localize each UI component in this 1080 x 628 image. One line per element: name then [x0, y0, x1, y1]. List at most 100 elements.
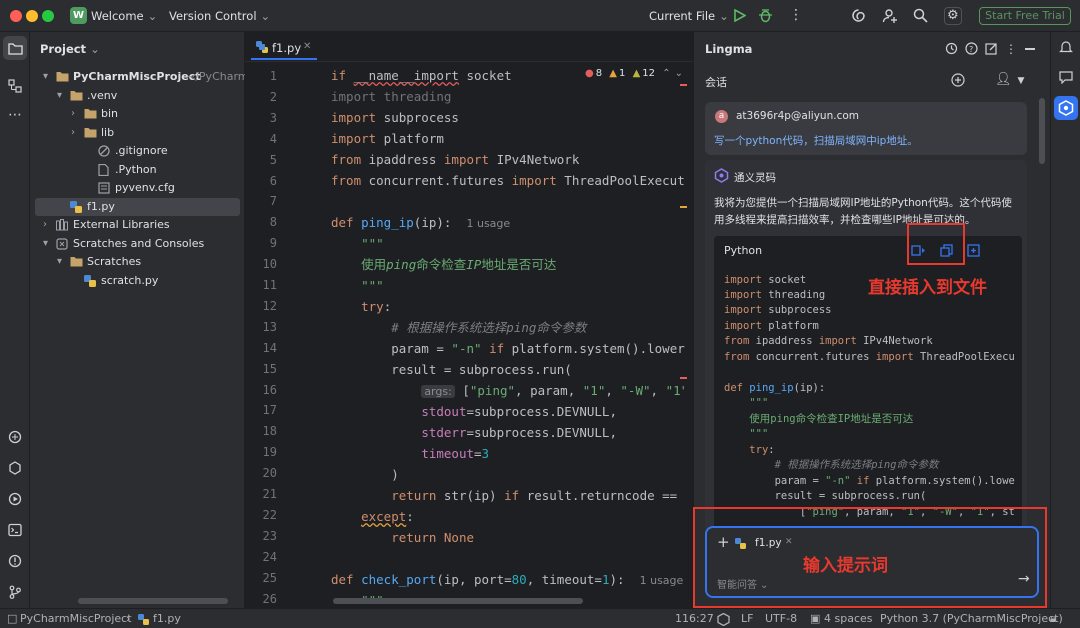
project-panel: Project ⌄ ▾ PyCharmMiscProject ~/PyCharmMi ▾…	[30, 32, 261, 608]
minimize-icon[interactable]	[1025, 48, 1035, 50]
editor-panel: f1.py ✕ ● 8 ▲ 1 ▲ 12 ⌃ ⌄ 1 2 3 4 5 6 7 8 9 10 11 12 13 14…	[245, 32, 693, 608]
breadcrumb-project[interactable]: PyCharmMiscProject	[20, 612, 132, 625]
lingma-status-icon[interactable]	[717, 613, 730, 626]
tree-item-label: External Libraries	[73, 218, 170, 231]
lingma-spiral-icon[interactable]	[851, 8, 866, 23]
tree-item[interactable]: scratch.py	[35, 272, 240, 290]
tree-item[interactable]: › External Libraries	[35, 216, 240, 234]
run-tool-icon[interactable]	[8, 492, 22, 506]
vcs-selector-label: Version Control	[169, 9, 257, 23]
vertical-scrollbar[interactable]	[1039, 98, 1045, 164]
code-area[interactable]: if __name__import socket import threadin…	[245, 66, 685, 606]
expand-arrow-icon[interactable]: ▾	[43, 235, 48, 253]
more-options-icon[interactable]: ⋮	[1005, 42, 1017, 56]
python-interpreter[interactable]: Python 3.7 (PyCharmMiscProject)	[880, 612, 1063, 625]
collapse-arrow-icon[interactable]: ›	[43, 216, 47, 234]
usage-hint[interactable]: 1 usage	[640, 574, 684, 587]
run-config-selector[interactable]: Current File ⌄	[649, 9, 729, 23]
tree-item[interactable]: › bin	[35, 105, 240, 123]
tree-item[interactable]: ▾ Scratches and Consoles	[35, 235, 240, 253]
more-options-icon[interactable]: ⋮	[789, 8, 803, 22]
user-icon: 👤︎	[995, 72, 1012, 87]
new-file-icon[interactable]	[967, 244, 980, 257]
debug-icon[interactable]	[758, 8, 773, 23]
folder-icon	[84, 127, 97, 138]
minimize-window-button[interactable]	[26, 10, 38, 22]
run-icon[interactable]	[733, 9, 746, 22]
tab-f1-py[interactable]: f1.py ✕	[251, 36, 317, 60]
code-line: def check_port(ip, port=80, timeout=1): …	[331, 572, 684, 587]
services-icon[interactable]	[8, 461, 22, 475]
git-icon[interactable]	[8, 585, 22, 599]
tree-item[interactable]: ▾ .venv	[35, 87, 240, 105]
warning-stripe-marker[interactable]	[680, 206, 687, 208]
horizontal-scrollbar[interactable]	[333, 598, 583, 604]
insert-button-highlight	[907, 223, 965, 265]
indent-setting[interactable]: 4 spaces	[824, 612, 873, 625]
structure-icon[interactable]	[8, 79, 22, 93]
account-menu[interactable]: 👤︎ ▼	[995, 72, 1024, 87]
close-icon[interactable]: ✕	[303, 41, 311, 52]
chevron-down-icon: ⌄	[90, 42, 100, 56]
tree-item-label: .gitignore	[115, 144, 168, 157]
add-user-icon[interactable]	[882, 8, 898, 24]
tree-item[interactable]: .gitignore	[35, 142, 240, 160]
horizontal-scrollbar[interactable]	[78, 598, 228, 604]
tree-item[interactable]: ▾ Scratches	[35, 253, 240, 271]
scratch-icon	[56, 237, 68, 250]
usage-hint[interactable]: 1 usage	[466, 217, 510, 230]
left-tool-strip: ⋯	[0, 32, 30, 608]
terminal-icon[interactable]	[8, 523, 22, 537]
tree-item[interactable]: pyvenv.cfg	[35, 179, 240, 197]
expand-arrow-icon[interactable]: ▾	[57, 87, 62, 105]
tree-item-label: pyvenv.cfg	[115, 181, 175, 194]
caret-position[interactable]: 116:27	[675, 612, 714, 625]
user-message-card: a at3696r4p@aliyun.com 写一个python代码，扫描局域网…	[705, 102, 1027, 155]
project-selector[interactable]: Welcome ⌄	[91, 9, 157, 23]
tree-item[interactable]: › lib	[35, 124, 240, 142]
code-line: param = "-n" if platform.system().lower(…	[331, 341, 685, 356]
expand-arrow-icon[interactable]: ▾	[43, 68, 48, 86]
history-icon[interactable]	[945, 42, 958, 55]
collapse-arrow-icon[interactable]: ›	[71, 105, 75, 123]
new-chat-icon[interactable]	[951, 73, 965, 87]
line-separator[interactable]: LF	[741, 612, 753, 625]
tree-item[interactable]: ▾ PyCharmMiscProject ~/PyCharmMi	[35, 68, 261, 86]
error-stripe-marker[interactable]	[680, 84, 687, 86]
svg-text:?: ?	[969, 45, 973, 54]
search-icon[interactable]	[913, 8, 928, 23]
ai-chat-icon[interactable]	[1058, 70, 1074, 84]
tree-item[interactable]: .Python	[35, 161, 240, 179]
project-panel-header[interactable]: Project ⌄	[40, 42, 100, 56]
zoom-window-button[interactable]	[42, 10, 54, 22]
expand-arrow-icon[interactable]: ▾	[57, 253, 62, 271]
code-line: timeout=3	[421, 446, 490, 461]
help-icon[interactable]: ?	[965, 42, 978, 55]
problems-icon[interactable]	[8, 554, 22, 568]
settings-button[interactable]: ⚙	[944, 7, 962, 25]
tree-item-label: PyCharmMiscProject	[73, 70, 201, 83]
project-tool-button[interactable]	[3, 36, 27, 60]
tree-item[interactable]: f1.py	[35, 197, 240, 216]
notifications-icon[interactable]	[1059, 40, 1073, 54]
tab-chat[interactable]: 会话	[705, 74, 727, 90]
avatar: a	[715, 110, 728, 123]
lingma-tool-button[interactable]	[1054, 96, 1078, 120]
code-line: args: ["ping", param, "1", "-W", "1",	[331, 381, 685, 401]
error-stripe-marker[interactable]	[680, 377, 687, 379]
file-encoding[interactable]: UTF-8	[765, 612, 797, 625]
breadcrumb-file[interactable]: f1.py	[153, 612, 181, 625]
vcs-selector[interactable]: Version Control ⌄	[169, 9, 270, 23]
edit-icon[interactable]	[985, 42, 998, 55]
python-packages-icon[interactable]	[8, 430, 22, 444]
more-tools-icon[interactable]: ⋯	[8, 108, 22, 122]
close-window-button[interactable]	[10, 10, 22, 22]
start-trial-button[interactable]: Start Free Trial	[979, 7, 1071, 25]
assistant-message-card: 通义灵码 我将为您提供一个扫描局域网IP地址的Python代码。这个代码使用多线…	[705, 160, 1027, 540]
assistant-name: 通义灵码	[734, 172, 776, 184]
collapse-arrow-icon[interactable]: ›	[71, 124, 75, 142]
user-email: at3696r4p@aliyun.com	[736, 110, 859, 122]
lock-icon[interactable]: 🔒︎	[1050, 612, 1056, 626]
tree-item-label: lib	[101, 125, 115, 139]
breadcrumb-separator-icon: ›	[126, 612, 131, 625]
